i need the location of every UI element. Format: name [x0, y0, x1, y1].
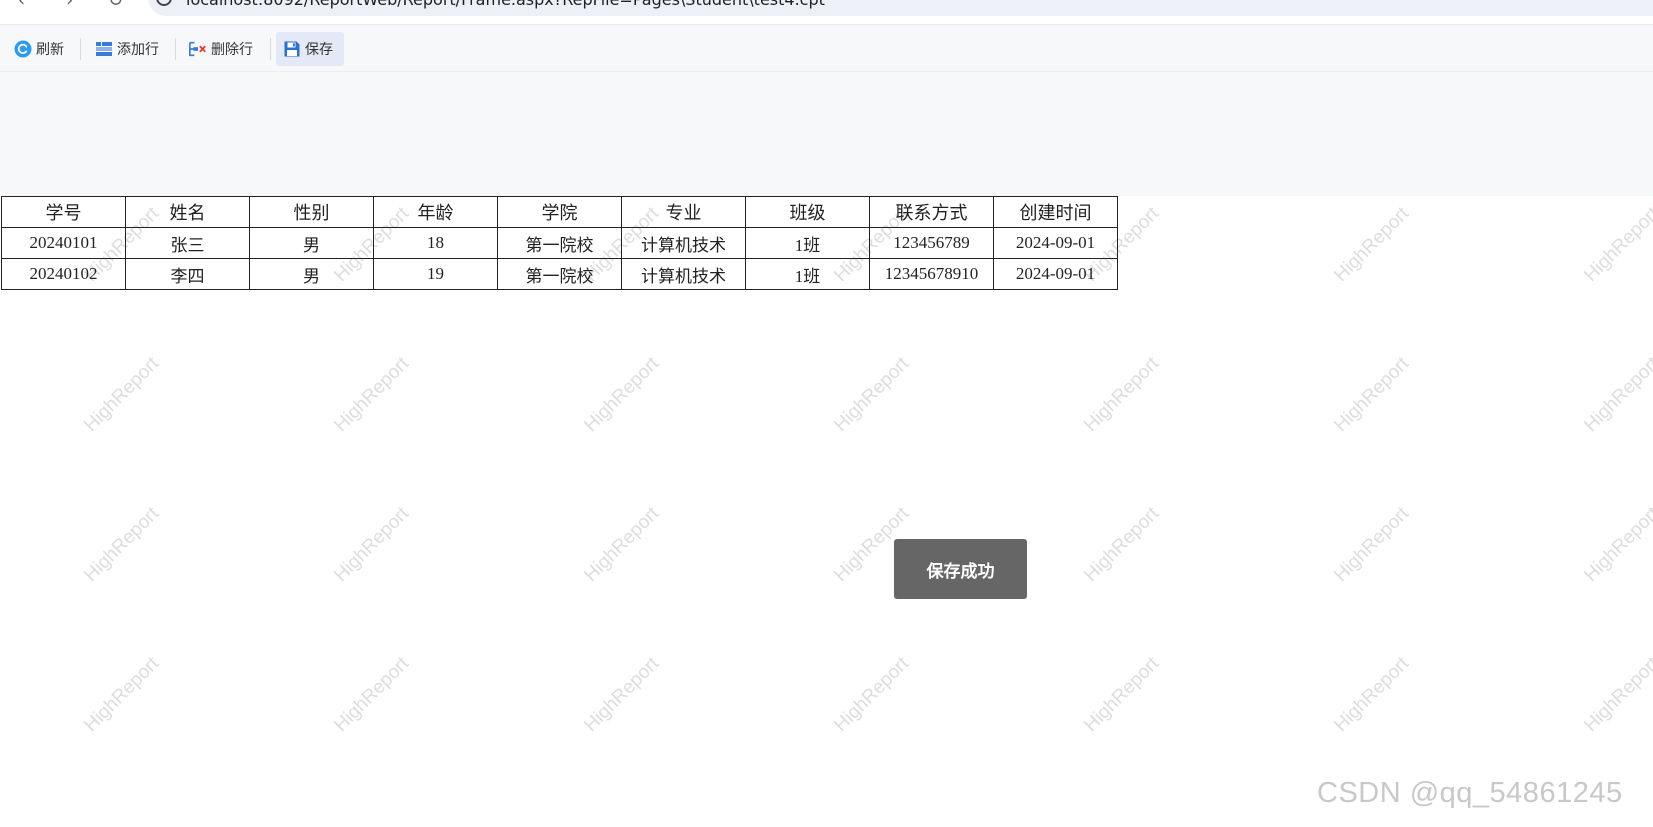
url-text[interactable]: localhost:8092/ReportWeb/Report/Frame.as… — [186, 0, 825, 9]
table-cell[interactable]: 1班 — [745, 227, 870, 259]
save-success-toast: 保存成功 — [894, 539, 1027, 599]
save-icon — [282, 39, 302, 59]
column-header: 联系方式 — [869, 196, 994, 228]
column-header: 学号 — [1, 196, 126, 228]
column-header: 创建时间 — [993, 196, 1118, 228]
watermark: HighReport — [1330, 203, 1414, 287]
watermark: HighReport — [80, 503, 164, 587]
table-row[interactable]: 20240101 张三 男 18 第一院校 计算机技术 1班 123456789… — [1, 227, 1118, 259]
watermark: HighReport — [330, 353, 414, 437]
column-header: 年龄 — [373, 196, 498, 228]
table-cell[interactable]: 第一院校 — [497, 227, 622, 259]
table-cell[interactable]: 20240102 — [1, 258, 126, 290]
table-cell[interactable]: 张三 — [125, 227, 250, 259]
toast-message: 保存成功 — [926, 561, 995, 582]
toolbar-divider — [270, 38, 271, 60]
column-header: 姓名 — [125, 196, 250, 228]
watermark: HighReport — [1080, 353, 1164, 437]
table-cell[interactable]: 第一院校 — [497, 258, 622, 290]
watermark: HighReport — [80, 653, 164, 737]
watermark: HighReport — [330, 503, 414, 587]
refresh-button[interactable]: 刷新 — [7, 32, 70, 66]
toolbar-divider — [80, 38, 81, 60]
table-cell[interactable]: 20240101 — [1, 227, 126, 259]
watermark: HighReport — [1580, 503, 1653, 587]
toolbar-divider — [175, 38, 176, 60]
table-header-row: 学号 姓名 性别 年龄 学院 专业 班级 联系方式 创建时间 — [1, 196, 1118, 228]
table-row[interactable]: 20240102 李四 男 19 第一院校 计算机技术 1班 123456789… — [1, 258, 1118, 290]
table-cell[interactable]: 2024-09-01 — [993, 258, 1118, 290]
watermark: HighReport — [580, 653, 664, 737]
back-icon[interactable]: ‹ — [18, 0, 25, 11]
column-header: 专业 — [621, 196, 746, 228]
table-cell[interactable]: 12345678910 — [869, 258, 994, 290]
toolbar: 刷新 添加行 删除行 保存 — [0, 25, 1653, 72]
watermark: HighReport — [830, 653, 914, 737]
save-label: 保存 — [305, 42, 333, 58]
save-button[interactable]: 保存 — [276, 32, 344, 66]
refresh-label: 刷新 — [36, 42, 64, 58]
refresh-icon — [13, 39, 33, 59]
column-header: 学院 — [497, 196, 622, 228]
delete-row-icon — [188, 39, 208, 59]
table-cell[interactable]: 18 — [373, 227, 498, 259]
table-cell[interactable]: 1班 — [745, 258, 870, 290]
add-row-icon — [94, 39, 114, 59]
watermark: HighReport — [80, 353, 164, 437]
watermark: HighReport — [1580, 203, 1653, 287]
table-cell[interactable]: 计算机技术 — [621, 258, 746, 290]
table-cell[interactable]: 2024-09-01 — [993, 227, 1118, 259]
watermark: HighReport — [1080, 503, 1164, 587]
watermark: HighReport — [330, 653, 414, 737]
browser-address-bar: ‹ › ↻ localhost:8092/ReportWeb/Report/Fr… — [0, 0, 1653, 25]
add-row-label: 添加行 — [117, 42, 159, 58]
watermark: HighReport — [1330, 353, 1414, 437]
watermark: HighReport — [1580, 653, 1653, 737]
table-cell[interactable]: 男 — [249, 258, 374, 290]
watermark: HighReport — [580, 503, 664, 587]
column-header: 性别 — [249, 196, 374, 228]
watermark: HighReport — [1580, 353, 1653, 437]
watermark: HighReport — [1330, 503, 1414, 587]
watermark: HighReport — [1330, 653, 1414, 737]
watermark: HighReport — [830, 353, 914, 437]
watermark-layer: HighReport HighReport HighReport HighRep… — [0, 196, 1653, 827]
student-table: 学号 姓名 性别 年龄 学院 专业 班级 联系方式 创建时间 20240101 … — [1, 196, 1118, 290]
forward-icon[interactable]: › — [66, 0, 73, 11]
delete-row-label: 删除行 — [211, 42, 253, 58]
table-cell[interactable]: 19 — [373, 258, 498, 290]
delete-row-button[interactable]: 删除行 — [182, 32, 259, 66]
csdn-watermark: CSDN @qq_54861245 — [1317, 777, 1623, 809]
table-cell[interactable]: 李四 — [125, 258, 250, 290]
add-row-button[interactable]: 添加行 — [88, 32, 165, 66]
watermark: HighReport — [1080, 653, 1164, 737]
watermark: HighReport — [580, 353, 664, 437]
report-header: 刷新 添加行 删除行 保存 — [0, 25, 1653, 196]
column-header: 班级 — [745, 196, 870, 228]
table-cell[interactable]: 男 — [249, 227, 374, 259]
reload-icon[interactable]: ↻ — [108, 0, 123, 11]
table-cell[interactable]: 计算机技术 — [621, 227, 746, 259]
table-cell[interactable]: 123456789 — [869, 227, 994, 259]
